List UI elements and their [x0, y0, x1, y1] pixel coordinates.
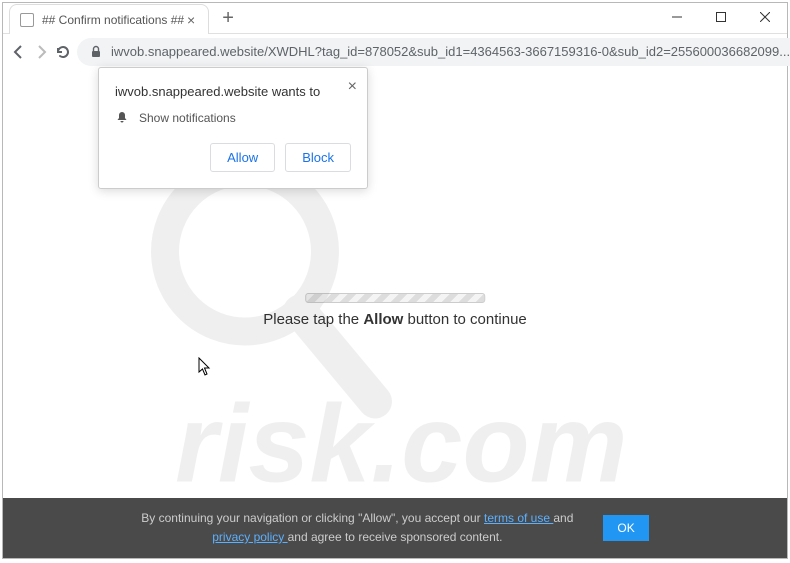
tab-close-icon[interactable]: × — [184, 13, 198, 27]
back-button[interactable] — [11, 38, 27, 66]
tab-favicon — [20, 13, 34, 27]
permission-dialog: × iwvob.snappeared.website wants to Show… — [98, 67, 368, 189]
instruction-text: Please tap the Allow button to continue — [263, 311, 527, 328]
ok-button[interactable]: OK — [603, 515, 648, 541]
forward-button[interactable] — [33, 38, 49, 66]
toolbar: iwvob.snappeared.website/XWDHL?tag_id=87… — [3, 33, 787, 69]
msg-bold: Allow — [363, 311, 403, 328]
block-button[interactable]: Block — [285, 143, 351, 172]
address-bar[interactable]: iwvob.snappeared.website/XWDHL?tag_id=87… — [77, 38, 790, 66]
reload-button[interactable] — [55, 38, 71, 66]
msg-post: button to continue — [403, 311, 526, 328]
lock-icon — [89, 45, 103, 59]
msg-pre: Please tap the — [263, 311, 363, 328]
window-controls — [655, 3, 787, 31]
maximize-button[interactable] — [699, 3, 743, 31]
tab-title: ## Confirm notifications ## — [42, 13, 184, 27]
cursor-icon — [198, 357, 212, 377]
permission-label: Show notifications — [139, 111, 236, 125]
consent-footer: By continuing your navigation or clickin… — [3, 498, 787, 558]
page-content: risk.com × iwvob.snappeared.website want… — [3, 69, 787, 558]
new-tab-button[interactable]: + — [215, 5, 241, 31]
url-text: iwvob.snappeared.website/XWDHL?tag_id=87… — [111, 44, 790, 59]
privacy-link[interactable]: privacy policy — [212, 530, 287, 544]
bell-icon — [115, 111, 129, 125]
browser-window: ## Confirm notifications ## × + iwvob.sn… — [2, 2, 788, 559]
progress-bar — [305, 293, 485, 303]
permission-origin: iwvob.snappeared.website wants to — [115, 84, 351, 99]
permission-row: Show notifications — [115, 111, 351, 125]
center-message: Please tap the Allow button to continue — [263, 293, 527, 328]
close-window-button[interactable] — [743, 3, 787, 31]
terms-link[interactable]: terms of use — [484, 511, 553, 525]
titlebar: ## Confirm notifications ## × + — [3, 3, 787, 33]
permission-buttons: Allow Block — [115, 143, 351, 172]
allow-button[interactable]: Allow — [210, 143, 275, 172]
svg-text:risk.com: risk.com — [175, 382, 627, 505]
dialog-close-icon[interactable]: × — [348, 78, 357, 96]
browser-tab[interactable]: ## Confirm notifications ## × — [9, 4, 209, 34]
footer-text: By continuing your navigation or clickin… — [141, 509, 573, 547]
minimize-button[interactable] — [655, 3, 699, 31]
